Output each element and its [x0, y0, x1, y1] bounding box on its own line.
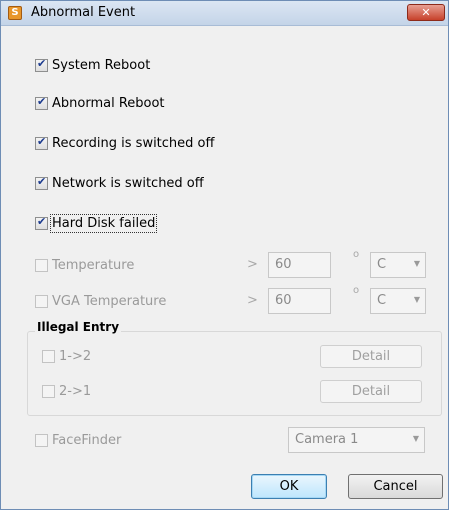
- temperature-label: Temperature: [52, 257, 135, 273]
- illegal-entry-2-1-label: 2->1: [59, 383, 92, 399]
- system-reboot-label: System Reboot: [52, 57, 151, 73]
- chevron-down-icon: ▼: [413, 259, 420, 268]
- chevron-down-icon: ▼: [413, 295, 420, 304]
- abnormal-reboot-label: Abnormal Reboot: [52, 95, 165, 111]
- facefinder-camera-select[interactable]: Camera 1 ▼: [288, 427, 425, 453]
- abnormal-reboot-checkbox[interactable]: [35, 95, 48, 110]
- chevron-down-icon: ▼: [412, 434, 419, 443]
- vga-temperature-checkbox[interactable]: [35, 294, 48, 308]
- close-button[interactable]: ✕: [407, 4, 445, 21]
- illegal-entry-item-1-2[interactable]: 1->2: [42, 347, 91, 365]
- illegal-entry-title: Illegal Entry: [35, 320, 122, 334]
- illegal-entry-group: [27, 331, 442, 416]
- vga-temperature-degree-symbol: o: [353, 285, 360, 296]
- illegal-entry-1-2-checkbox[interactable]: [42, 349, 55, 363]
- illegal-entry-2-1-checkbox[interactable]: [42, 384, 55, 398]
- system-reboot-checkbox[interactable]: [35, 57, 48, 72]
- option-abnormal-reboot[interactable]: Abnormal Reboot: [35, 94, 165, 112]
- facefinder-checkbox[interactable]: [35, 433, 48, 447]
- facefinder-label: FaceFinder: [52, 432, 122, 448]
- option-recording-switched-off[interactable]: Recording is switched off: [35, 134, 214, 152]
- title-bar[interactable]: S Abnormal Event ✕: [1, 1, 448, 26]
- option-network-switched-off[interactable]: Network is switched off: [35, 174, 204, 192]
- temperature-unit-value: C: [377, 257, 387, 272]
- temperature-unit-select[interactable]: C ▼: [370, 252, 426, 278]
- option-facefinder[interactable]: FaceFinder: [35, 431, 121, 449]
- temperature-operator: >: [247, 257, 258, 272]
- recording-switched-off-label: Recording is switched off: [52, 135, 215, 151]
- ok-button[interactable]: OK: [251, 474, 327, 499]
- app-icon: S: [8, 6, 22, 20]
- vga-temperature-value-input[interactable]: 60: [268, 288, 331, 314]
- option-hard-disk-failed[interactable]: Hard Disk failed: [35, 213, 158, 233]
- illegal-entry-1-2-label: 1->2: [59, 348, 92, 364]
- network-switched-off-checkbox[interactable]: [35, 175, 48, 190]
- temperature-value-input[interactable]: 60: [268, 252, 331, 278]
- hard-disk-failed-checkbox[interactable]: [35, 215, 48, 230]
- vga-temperature-operator: >: [247, 293, 258, 308]
- option-system-reboot[interactable]: System Reboot: [35, 56, 150, 74]
- vga-temperature-unit-select[interactable]: C ▼: [370, 288, 426, 314]
- illegal-entry-item-2-1[interactable]: 2->1: [42, 382, 91, 400]
- detail-button-1-2[interactable]: Detail: [320, 345, 422, 368]
- network-switched-off-label: Network is switched off: [52, 175, 204, 191]
- temperature-degree-symbol: o: [353, 249, 360, 260]
- temperature-checkbox[interactable]: [35, 258, 48, 272]
- recording-switched-off-checkbox[interactable]: [35, 135, 48, 150]
- facefinder-camera-value: Camera 1: [295, 432, 359, 447]
- option-temperature[interactable]: Temperature: [35, 256, 134, 274]
- window-title: Abnormal Event: [31, 5, 136, 20]
- hard-disk-failed-label: Hard Disk failed: [49, 213, 158, 233]
- option-vga-temperature[interactable]: VGA Temperature: [35, 292, 166, 310]
- vga-temperature-label: VGA Temperature: [52, 293, 167, 309]
- detail-button-2-1[interactable]: Detail: [320, 380, 422, 403]
- vga-temperature-unit-value: C: [377, 293, 387, 308]
- cancel-button[interactable]: Cancel: [348, 474, 443, 499]
